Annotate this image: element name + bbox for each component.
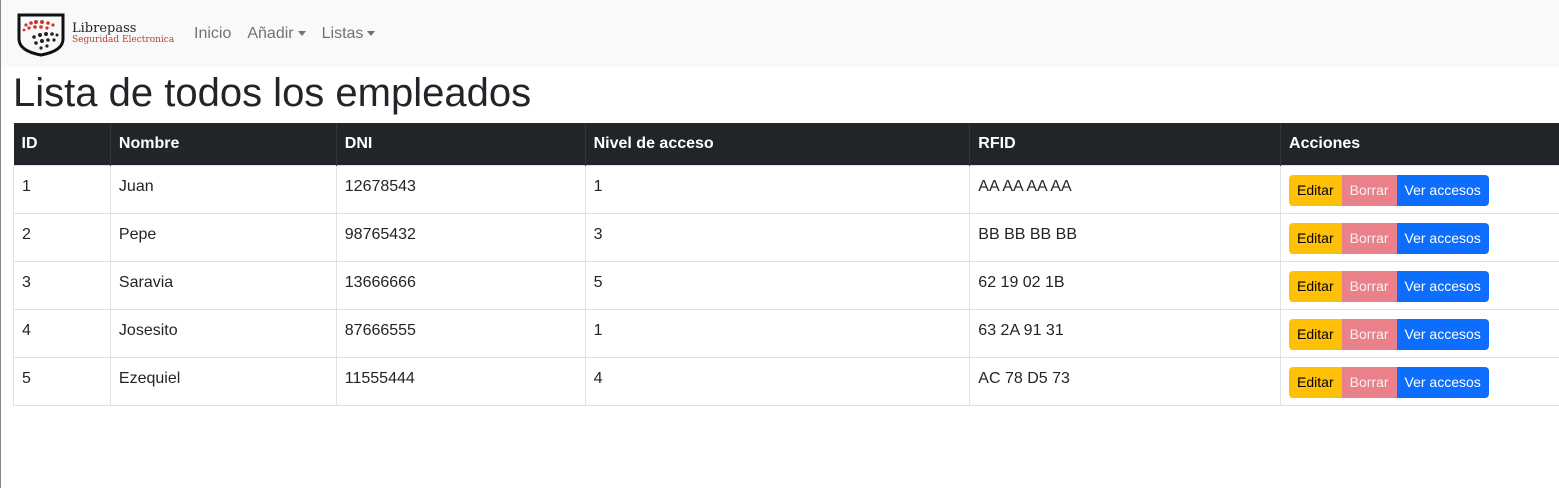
delete-button[interactable]: Borrar [1341,174,1397,206]
cell-id: 3 [13,260,111,310]
column-header-acciones: Acciones [1280,123,1559,165]
nav-listas-label: Listas [321,24,364,42]
view-access-button[interactable]: Ver accesos [1396,270,1489,302]
cell-dni: 12678543 [335,164,586,214]
edit-button[interactable]: Editar [1289,174,1342,206]
cell-nivel: 3 [584,212,971,262]
cell-nombre: Josesito [109,308,337,358]
cell-rfid: AC 78 D5 73 [969,356,1282,406]
cell-nivel: 4 [584,356,971,406]
cell-acciones: Editar Borrar Ver accesos [1280,356,1559,406]
cell-acciones: Editar Borrar Ver accesos [1280,260,1559,310]
view-access-button[interactable]: Ver accesos [1396,366,1489,398]
cell-id: 2 [13,212,111,262]
navbar: Librepass Seguridad Electronica Inicio A… [1,0,1559,67]
table-row: 4 Josesito 87666555 1 63 2A 91 31 Editar… [13,308,1559,358]
table-row: 2 Pepe 98765432 3 BB BB BB BB Editar Bor… [13,212,1559,262]
action-buttons: Editar Borrar Ver accesos [1289,222,1489,254]
table-row: 3 Saravia 13666666 5 62 19 02 1B Editar … [13,260,1559,310]
librepass-logo-icon [17,13,65,57]
action-buttons: Editar Borrar Ver accesos [1289,366,1489,398]
edit-button[interactable]: Editar [1289,318,1342,350]
action-buttons: Editar Borrar Ver accesos [1289,270,1489,302]
nav-menu: Inicio Añadir Listas [186,17,383,51]
cell-acciones: Editar Borrar Ver accesos [1280,308,1559,358]
cell-rfid: 63 2A 91 31 [969,308,1282,358]
cell-dni: 87666555 [335,308,586,358]
cell-nombre: Saravia [109,260,337,310]
view-access-button[interactable]: Ver accesos [1396,174,1489,206]
action-buttons: Editar Borrar Ver accesos [1289,318,1489,350]
cell-nombre: Ezequiel [109,356,337,406]
edit-button[interactable]: Editar [1289,222,1342,254]
table-header-row: ID Nombre DNI Nivel de acceso RFID Accio… [13,123,1559,165]
cell-rfid: AA AA AA AA [969,164,1282,214]
column-header-rfid: RFID [969,123,1281,165]
nav-inicio-label: Inicio [194,24,232,42]
cell-acciones: Editar Borrar Ver accesos [1280,212,1559,262]
edit-button[interactable]: Editar [1289,366,1342,398]
cell-rfid: 62 19 02 1B [969,260,1282,310]
action-buttons: Editar Borrar Ver accesos [1289,174,1489,206]
cell-nivel: 5 [584,260,971,310]
brand-name: Librepass [72,20,137,36]
cell-rfid: BB BB BB BB [969,212,1282,262]
cell-id: 1 [13,164,111,214]
cell-dni: 11555444 [335,356,586,406]
nav-anadir-label: Añadir [247,24,294,42]
cell-id: 4 [13,308,111,358]
cell-nombre: Pepe [109,212,337,262]
nav-inicio[interactable]: Inicio [186,17,239,51]
caret-down-icon [367,31,376,36]
delete-button[interactable]: Borrar [1341,366,1397,398]
cell-nivel: 1 [584,308,971,358]
employees-table: ID Nombre DNI Nivel de acceso RFID Accio… [13,123,1559,406]
edit-button[interactable]: Editar [1289,270,1342,302]
table-row: 1 Juan 12678543 1 AA AA AA AA Editar Bor… [13,164,1559,214]
delete-button[interactable]: Borrar [1341,318,1397,350]
column-header-nombre: Nombre [109,123,337,165]
delete-button[interactable]: Borrar [1341,270,1397,302]
brand-tagline: Seguridad Electronica [72,34,175,45]
delete-button[interactable]: Borrar [1341,222,1397,254]
view-access-button[interactable]: Ver accesos [1396,318,1489,350]
column-header-nivel: Nivel de acceso [584,123,970,165]
nav-anadir-dropdown[interactable]: Añadir [239,17,313,51]
cell-dni: 13666666 [335,260,586,310]
cell-acciones: Editar Borrar Ver accesos [1280,164,1559,214]
caret-down-icon [297,31,306,36]
cell-nivel: 1 [584,164,971,214]
cell-nombre: Juan [109,164,337,214]
brand[interactable]: Librepass Seguridad Electronica [16,11,176,57]
table-row: 5 Ezequiel 11555444 4 AC 78 D5 73 Editar… [13,356,1559,406]
view-access-button[interactable]: Ver accesos [1396,222,1489,254]
column-header-id: ID [13,123,111,165]
nav-listas-dropdown[interactable]: Listas [314,17,384,51]
cell-dni: 98765432 [335,212,586,262]
column-header-dni: DNI [335,123,586,165]
page-title: Lista de todos los empleados [13,71,532,115]
cell-id: 5 [13,356,111,406]
